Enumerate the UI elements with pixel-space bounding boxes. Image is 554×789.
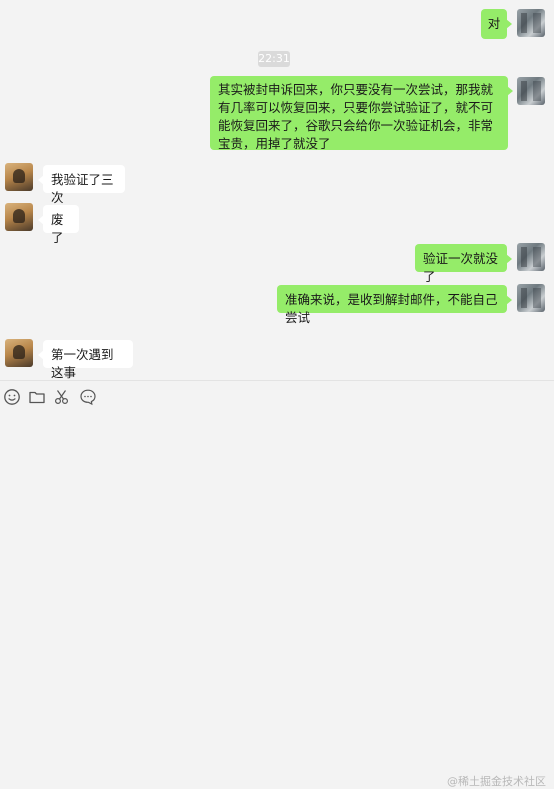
- message-bubble-received[interactable]: 我验证了三次: [38, 165, 125, 205]
- message-timestamp: 22:31: [258, 51, 290, 67]
- avatar-self[interactable]: [517, 77, 545, 105]
- avatar-contact[interactable]: [5, 163, 33, 191]
- chat-area: 对 22:31 其实被封申诉回来，你只要没有一次尝试，那我就有几率可以恢复回来，…: [0, 0, 554, 380]
- emoji-icon[interactable]: [3, 388, 21, 406]
- avatar-self[interactable]: [517, 243, 545, 271]
- chat-bubble-icon[interactable]: [79, 388, 97, 406]
- message-bubble-sent[interactable]: 验证一次就没了: [415, 244, 512, 284]
- message-bubble-sent[interactable]: 准确来说，是收到解封邮件，不能自己尝试: [277, 285, 512, 325]
- input-toolbar: @稀土掘金技术社区: [0, 380, 554, 788]
- scissors-icon[interactable]: [53, 388, 71, 406]
- avatar-contact[interactable]: [5, 339, 33, 367]
- avatar-contact[interactable]: [5, 203, 33, 231]
- avatar-self[interactable]: [517, 9, 545, 37]
- watermark: @稀土掘金技术社区: [447, 775, 546, 788]
- folder-icon[interactable]: [28, 388, 46, 406]
- message-bubble-sent[interactable]: 其实被封申诉回来，你只要没有一次尝试，那我就有几率可以恢复回来，只要你尝试验证了…: [210, 76, 513, 151]
- avatar-self[interactable]: [517, 284, 545, 312]
- message-bubble-sent[interactable]: 对: [481, 9, 512, 39]
- message-bubble-received[interactable]: 第一次遇到这事: [38, 340, 133, 380]
- message-bubble-received[interactable]: 废了: [38, 205, 79, 245]
